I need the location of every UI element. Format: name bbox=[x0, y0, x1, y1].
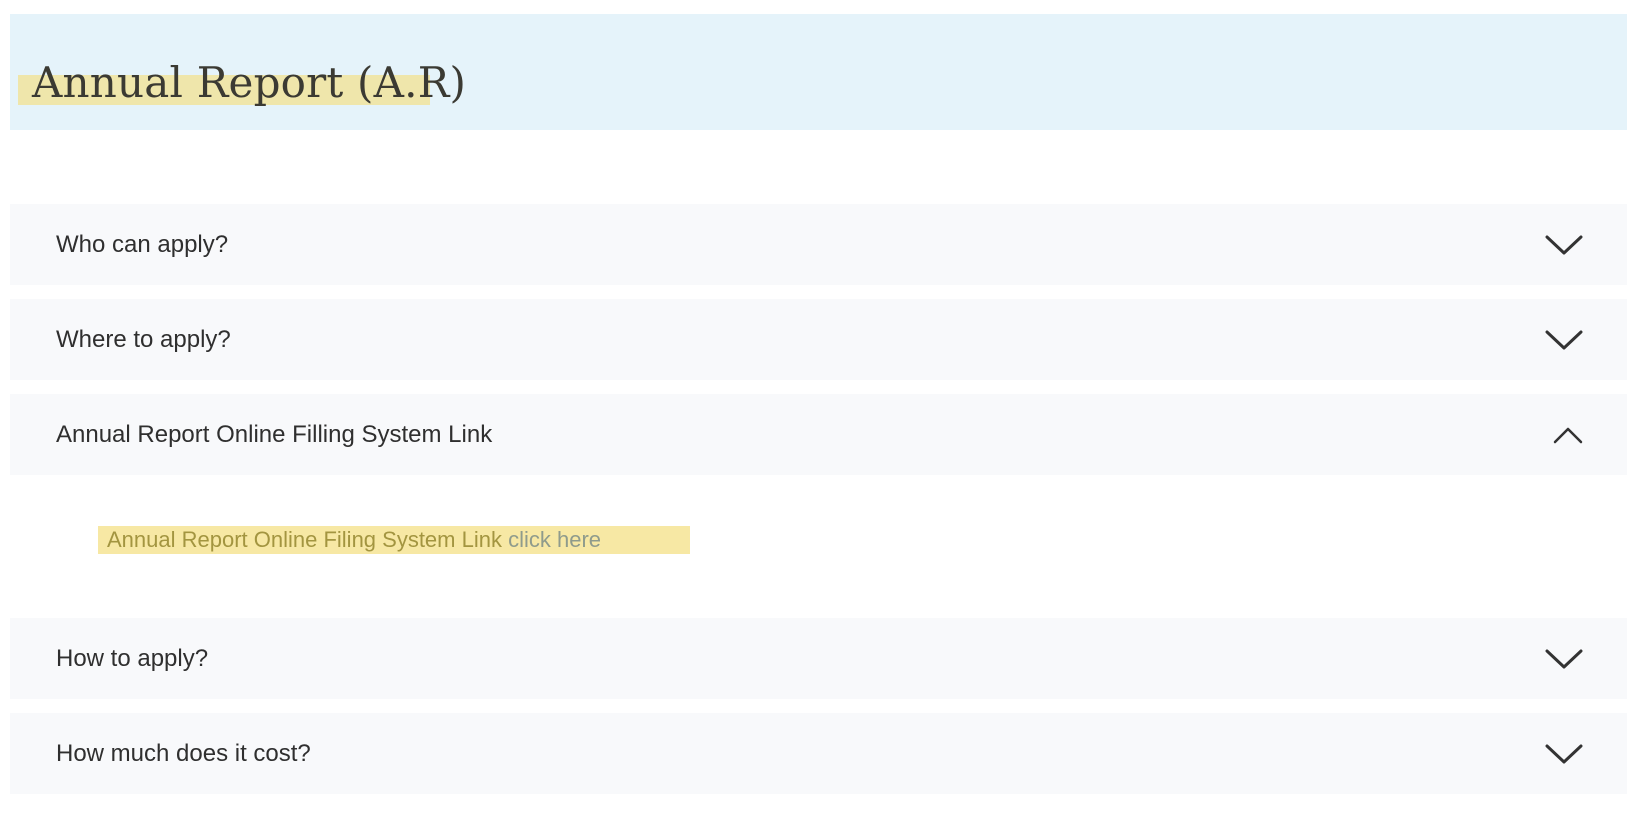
chevron-up-icon[interactable] bbox=[1553, 426, 1583, 444]
click-here-link[interactable]: click here bbox=[508, 527, 601, 552]
accordion-item-online-filing-link[interactable]: Annual Report Online Filling System Link bbox=[10, 394, 1627, 475]
accordion-item-label: How to apply? bbox=[56, 644, 209, 672]
accordion-item-label: Where to apply? bbox=[56, 325, 231, 353]
accordion-item-who-can-apply[interactable]: Who can apply? bbox=[10, 204, 1627, 285]
page-header: Annual Report (A.R) bbox=[10, 14, 1627, 130]
page: Annual Report (A.R) Who can apply? Where… bbox=[0, 0, 1638, 813]
accordion-panel-online-filing-link: Annual Report Online Filing System Link … bbox=[10, 478, 1627, 618]
accordion-item-how-much-does-it-cost[interactable]: How much does it cost? bbox=[10, 713, 1627, 794]
chevron-down-icon[interactable] bbox=[1545, 234, 1583, 256]
page-title: Annual Report (A.R) bbox=[32, 58, 467, 107]
chevron-down-icon[interactable] bbox=[1545, 329, 1583, 351]
accordion-item-where-to-apply[interactable]: Where to apply? bbox=[10, 299, 1627, 380]
accordion-item-label: Who can apply? bbox=[56, 230, 229, 258]
chevron-down-icon[interactable] bbox=[1545, 648, 1583, 670]
panel-text: Annual Report Online Filing System Link … bbox=[107, 527, 601, 553]
chevron-down-icon[interactable] bbox=[1545, 743, 1583, 765]
accordion-item-how-to-apply[interactable]: How to apply? bbox=[10, 618, 1627, 699]
accordion-item-label: Annual Report Online Filling System Link bbox=[56, 420, 493, 448]
accordion-item-label: How much does it cost? bbox=[56, 739, 311, 767]
panel-text-prefix: Annual Report Online Filing System Link bbox=[107, 527, 509, 552]
